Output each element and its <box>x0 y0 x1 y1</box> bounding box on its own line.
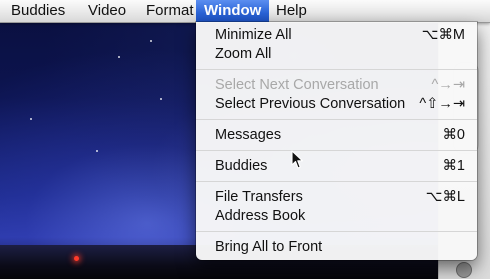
menu-item-buddies[interactable]: Buddies ⌘1 <box>196 157 477 176</box>
menu-item-shortcut: ⌥⌘M <box>421 27 465 43</box>
menu-item-label: Zoom All <box>215 46 272 62</box>
menu-item-label: Buddies <box>215 158 268 174</box>
star <box>118 56 120 58</box>
menu-item-file-transfers[interactable]: File Transfers ⌥⌘L <box>196 188 477 207</box>
menu-bar: Buddies Video Format Window Help <box>0 0 490 23</box>
menu-item-label: File Transfers <box>215 189 303 205</box>
menu-help[interactable]: Help <box>268 0 315 22</box>
menu-item-select-next-conversation: Select Next Conversation ^→⇥ <box>196 76 477 95</box>
star <box>160 98 162 100</box>
menu-item-minimize-all[interactable]: Minimize All ⌥⌘M <box>196 26 477 45</box>
red-light <box>74 256 79 261</box>
menu-video[interactable]: Video <box>80 0 134 22</box>
star <box>30 118 32 120</box>
menu-separator <box>196 150 477 151</box>
menu-item-label: Address Book <box>215 208 306 224</box>
menu-item-select-previous-conversation[interactable]: Select Previous Conversation ^⇧→⇥ <box>196 95 477 114</box>
menu-buddies[interactable]: Buddies <box>3 0 73 22</box>
star <box>150 40 152 42</box>
star <box>96 150 98 152</box>
arrow-pointer-icon <box>291 150 304 169</box>
window-menu-dropdown: Minimize All ⌥⌘M Zoom All Select Next Conve… <box>196 22 477 260</box>
menu-format[interactable]: Format <box>138 0 202 22</box>
menu-separator <box>196 69 477 70</box>
menu-item-shortcut: ⌘1 <box>442 158 465 174</box>
menu-item-label: Select Next Conversation <box>215 77 379 93</box>
menu-window[interactable]: Window <box>196 0 270 22</box>
menu-item-bring-all-to-front[interactable]: Bring All to Front <box>196 238 477 257</box>
menu-item-messages[interactable]: Messages ⌘0 <box>196 126 477 145</box>
menu-item-label: Messages <box>215 127 282 143</box>
menu-item-label: Select Previous Conversation <box>215 96 406 112</box>
menu-item-label: Minimize All <box>215 27 292 43</box>
menu-item-shortcut: ^→⇥ <box>431 77 465 93</box>
menu-separator <box>196 119 477 120</box>
menu-separator <box>196 181 477 182</box>
menu-item-shortcut: ^⇧→⇥ <box>419 96 465 112</box>
menu-item-label: Bring All to Front <box>215 239 323 255</box>
menu-item-address-book[interactable]: Address Book <box>196 207 477 226</box>
menu-separator <box>196 231 477 232</box>
menu-item-shortcut: ⌥⌘L <box>425 189 465 205</box>
menu-item-shortcut: ⌘0 <box>442 127 465 143</box>
menu-item-zoom-all[interactable]: Zoom All <box>196 45 477 64</box>
scroll-knob[interactable] <box>456 262 472 278</box>
